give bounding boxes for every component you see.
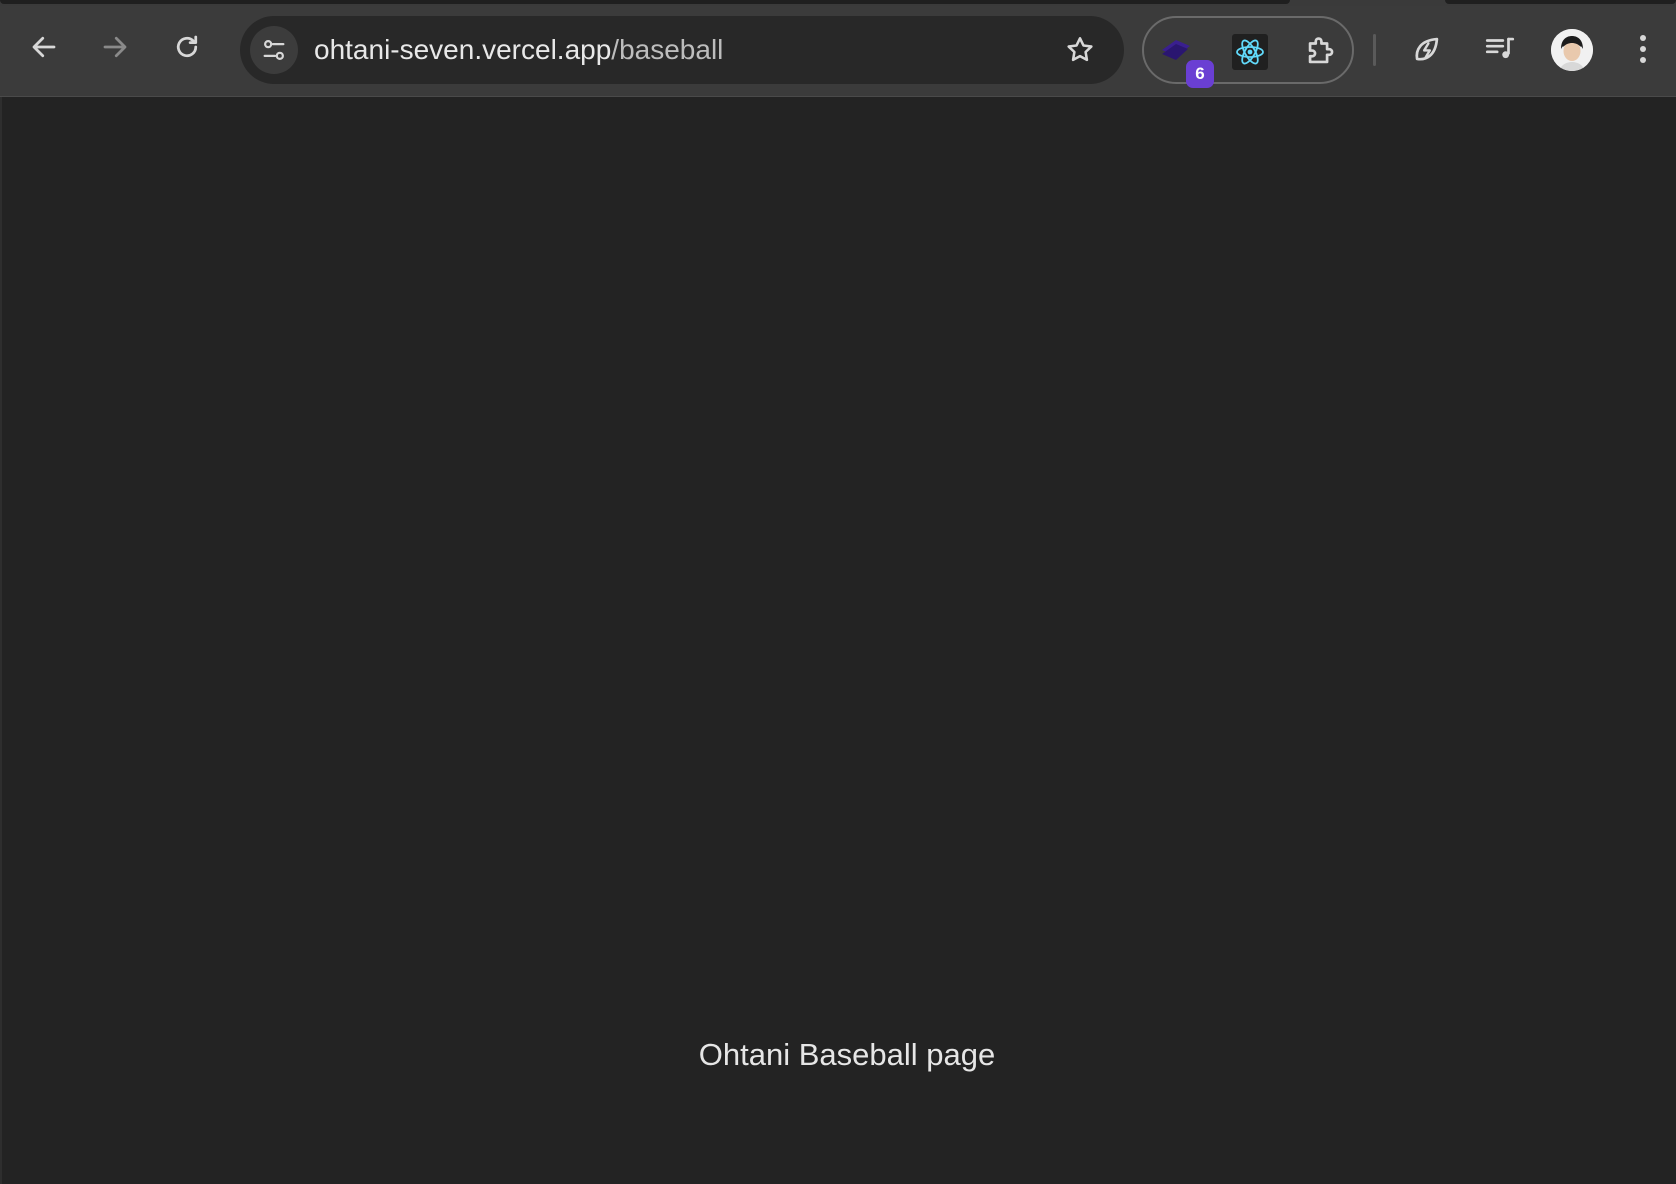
url-path: /baseball: [611, 34, 724, 65]
more-vert-icon: [1640, 35, 1646, 63]
back-button[interactable]: [22, 25, 66, 69]
url-host: ohtani-seven.vercel.app: [314, 34, 612, 65]
pinned-extensions: 6: [1142, 16, 1354, 88]
address-bar[interactable]: ohtani-seven.vercel.app/baseball: [240, 16, 1124, 84]
page-heading: Ohtani Baseball page: [698, 1037, 996, 1072]
tune-icon: [263, 40, 285, 60]
performance-leaf-icon: [1415, 37, 1439, 61]
extensions-menu-button[interactable]: [1298, 30, 1342, 74]
forward-button[interactable]: [93, 25, 137, 69]
arrow-right-icon: [103, 36, 127, 58]
react-devtools-icon: [1232, 34, 1268, 70]
media-playlist-icon: [1485, 37, 1515, 59]
star-icon: [1067, 37, 1093, 62]
media-controls-button[interactable]: [1476, 25, 1524, 73]
site-info-button[interactable]: [250, 26, 298, 74]
stacked-layers-extension-button[interactable]: 6: [1156, 30, 1214, 88]
bookmark-button[interactable]: [1060, 30, 1100, 70]
reload-icon: [176, 35, 198, 58]
url-text[interactable]: ohtani-seven.vercel.app/baseball: [314, 16, 723, 84]
browser-toolbar: ohtani-seven.vercel.app/baseball 6: [0, 0, 1676, 97]
react-devtools-button[interactable]: [1228, 30, 1272, 74]
tab-strip: [0, 0, 1676, 6]
toolbar-divider: [1373, 34, 1376, 66]
extension-badge: 6: [1186, 60, 1214, 88]
profile-photo: [1551, 29, 1593, 71]
arrow-left-icon: [32, 36, 56, 58]
reload-button[interactable]: [165, 25, 209, 69]
browser-window: ohtani-seven.vercel.app/baseball 6 Ohtan…: [0, 0, 1676, 1184]
browser-menu-button[interactable]: [1619, 25, 1667, 73]
puzzle-extensions-icon: [1308, 37, 1334, 64]
page-content: Ohtani Baseball page: [0, 97, 1676, 1184]
performance-button[interactable]: [1403, 25, 1451, 73]
avatar[interactable]: [1551, 29, 1593, 71]
